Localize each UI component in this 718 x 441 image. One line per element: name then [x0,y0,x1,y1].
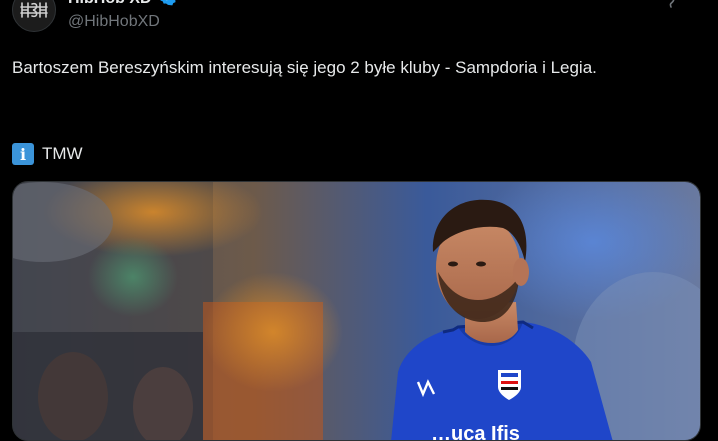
verified-badge-icon [159,0,177,11]
author-avatar[interactable] [12,0,56,32]
author-handle[interactable]: @HibHobXD [68,12,177,32]
avatar-logo-icon [20,2,48,18]
tweet-text: Bartoszem Bereszyńskim interesują się je… [12,58,597,77]
jersey-sponsor-text: …uca Ifis [431,423,520,441]
tweet-media-photo[interactable]: …uca Ifis [12,181,701,441]
author-display-name[interactable]: HibHob XD [68,0,152,9]
more-options-icon[interactable] [662,0,682,15]
info-icon: i [12,143,34,165]
tweet-header: HibHob XD @HibHobXD [12,0,712,32]
author-info[interactable]: HibHob XD @HibHobXD [68,0,177,32]
source-line: i TMW [12,141,83,167]
source-label: TMW [42,144,83,163]
